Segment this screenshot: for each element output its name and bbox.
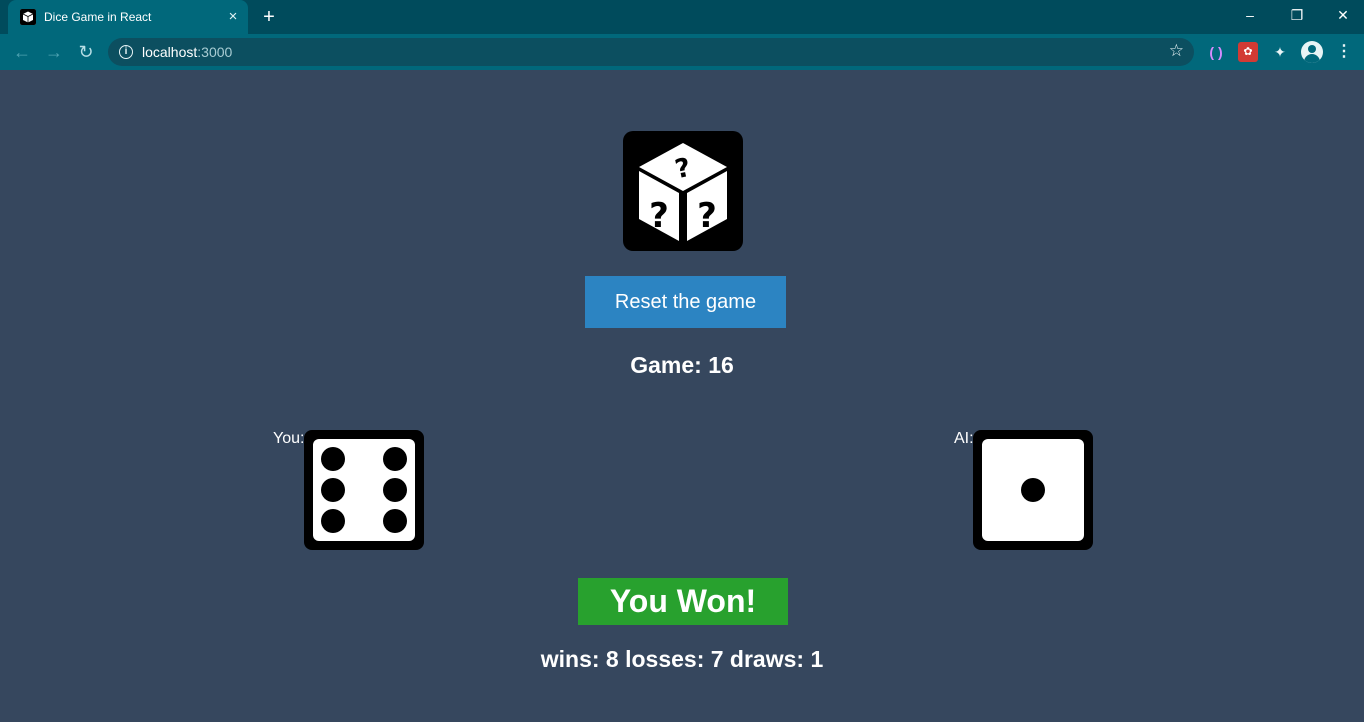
ai-die-face <box>982 439 1084 541</box>
dice-favicon-icon <box>20 9 36 25</box>
die-pip <box>383 447 407 471</box>
address-bar[interactable]: i localhost:3000 ☆ <box>108 38 1194 66</box>
die-pip <box>321 447 345 471</box>
browser-tab-bar: Dice Game in React × + – ❐ ✕ <box>0 0 1364 34</box>
die-pip <box>383 478 407 502</box>
new-tab-icon[interactable]: + <box>258 7 280 29</box>
profile-avatar-icon[interactable] <box>1301 41 1323 63</box>
close-window-icon[interactable]: ✕ <box>1328 5 1358 25</box>
back-icon[interactable]: ← <box>10 40 34 64</box>
ai-label: AI: <box>954 430 974 447</box>
score-stats: wins: 8 losses: 7 draws: 1 <box>540 646 824 672</box>
reload-icon[interactable]: ↻ <box>74 40 98 64</box>
die-pip <box>321 509 345 533</box>
minimize-icon[interactable]: – <box>1235 5 1265 25</box>
svg-text:?: ? <box>649 196 669 236</box>
restore-icon[interactable]: ❐ <box>1282 5 1312 25</box>
die-pip <box>1021 478 1045 502</box>
die-pip <box>383 509 407 533</box>
ai-die <box>973 430 1093 550</box>
bookmark-star-icon[interactable]: ☆ <box>1169 41 1184 61</box>
player-die <box>304 430 424 550</box>
forward-icon[interactable]: → <box>42 40 66 64</box>
tab-title: Dice Game in React <box>44 10 152 24</box>
extension-brackets-icon[interactable]: ( ) <box>1206 42 1226 62</box>
extension-red-icon[interactable]: ✿ <box>1238 42 1258 62</box>
url-text: localhost:3000 <box>142 44 232 60</box>
browser-tab[interactable]: Dice Game in React × <box>8 0 248 34</box>
browser-menu-icon[interactable]: ⋮ <box>1336 42 1352 62</box>
site-info-icon[interactable]: i <box>119 45 133 59</box>
url-port: :3000 <box>197 44 233 60</box>
player-label: You: <box>273 430 305 447</box>
player-die-face <box>313 439 415 541</box>
svg-text:?: ? <box>697 196 717 236</box>
browser-toolbar: ← → ↻ i localhost:3000 ☆ ( ) ✿ ✦ ⋮ <box>0 34 1364 70</box>
extensions-puzzle-icon[interactable]: ✦ <box>1270 42 1290 62</box>
tab-close-icon[interactable]: × <box>224 8 242 26</box>
reset-game-button[interactable]: Reset the game <box>585 276 786 328</box>
game-counter: Game: 16 <box>630 352 734 378</box>
mystery-dice-icon: ? ? ? <box>623 131 743 251</box>
url-host: localhost <box>142 44 198 60</box>
game-page: ? ? ? Reset the game Game: 16 You: AI: Y… <box>0 70 1364 722</box>
result-banner: You Won! <box>578 578 788 625</box>
die-pip <box>321 478 345 502</box>
